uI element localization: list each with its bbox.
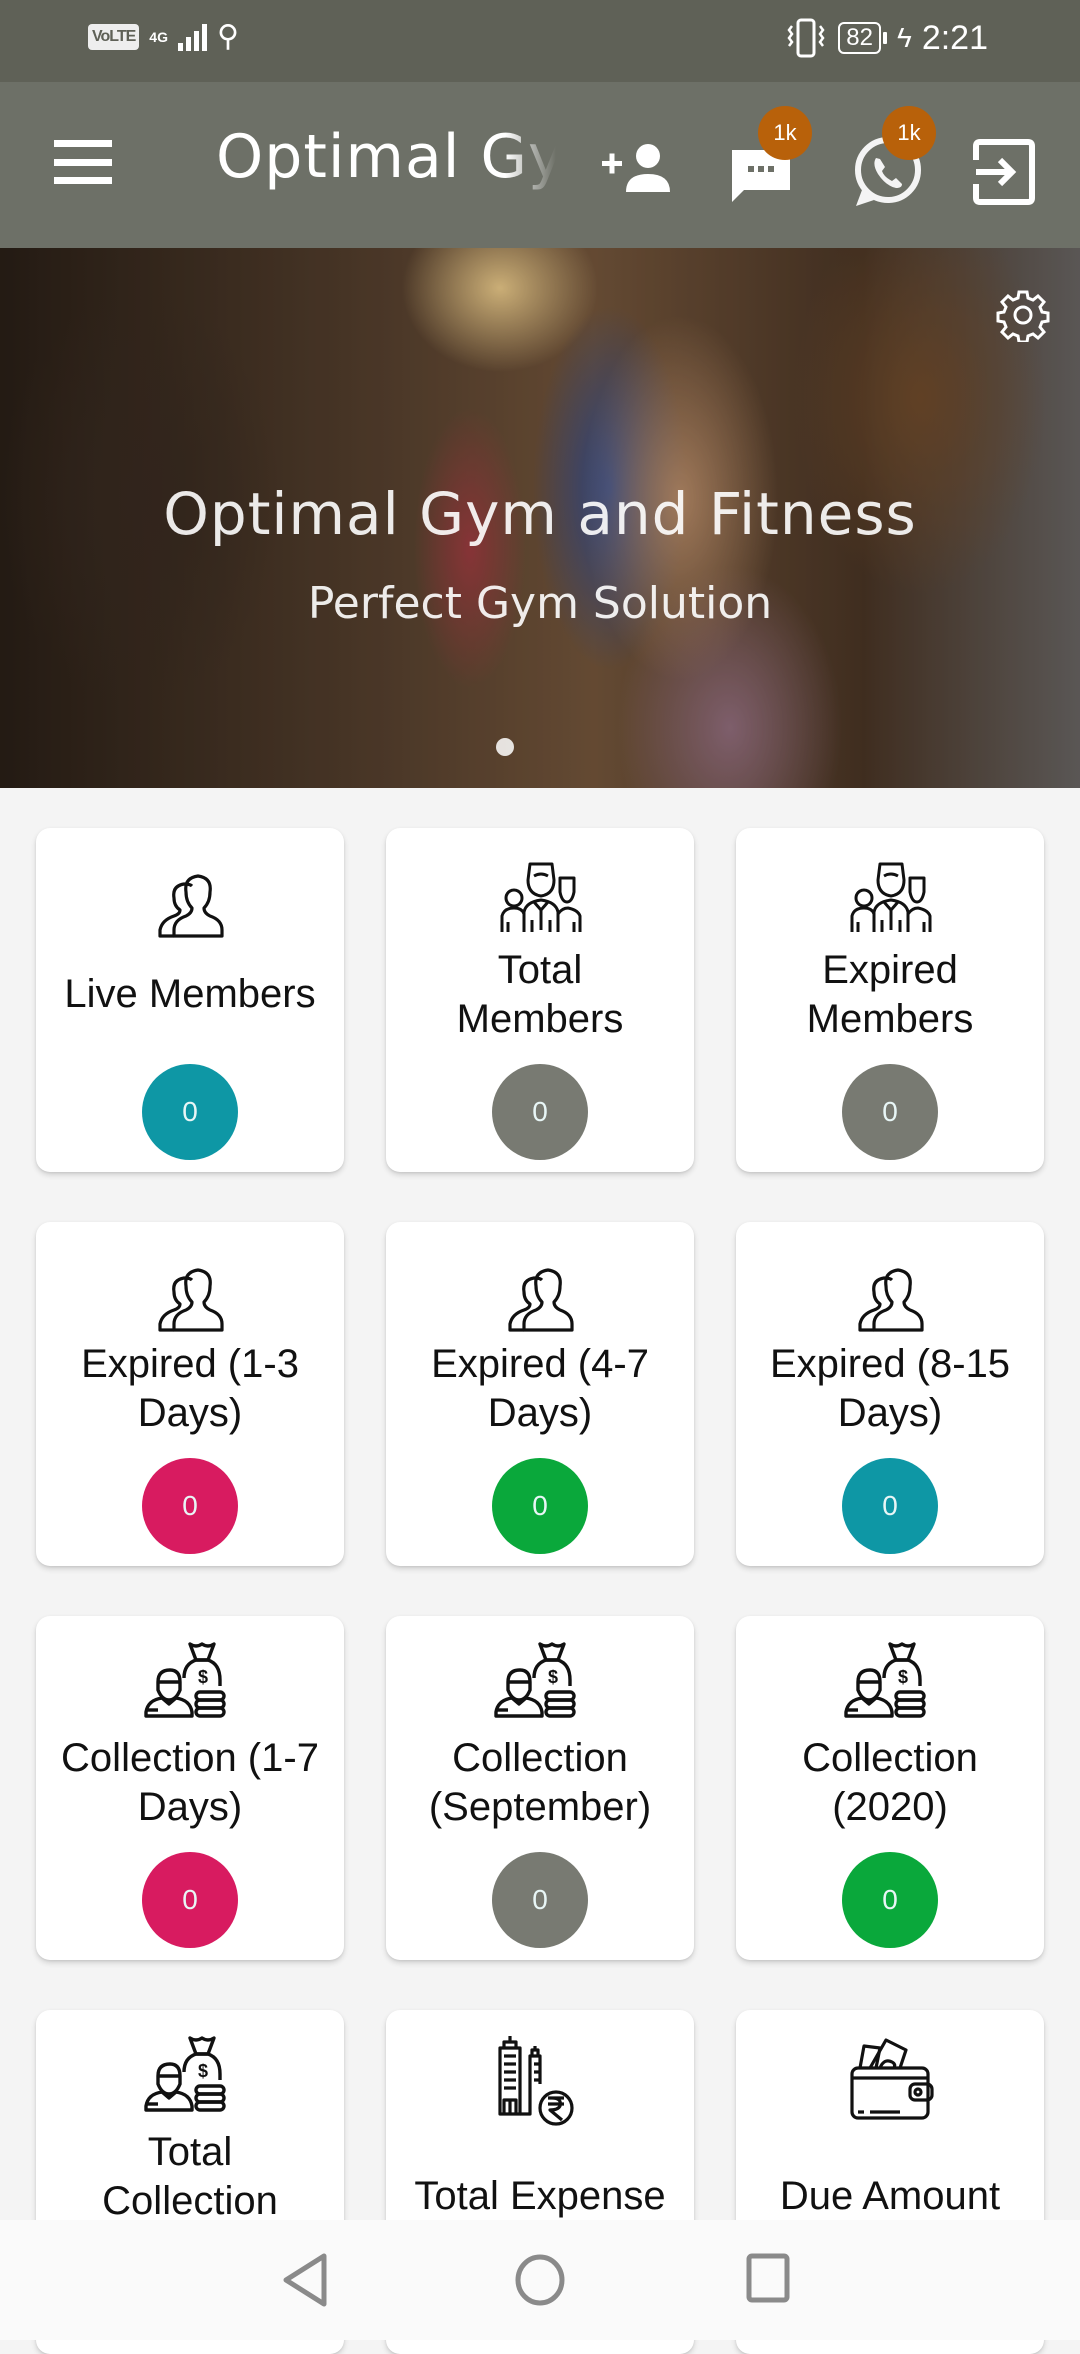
logout-icon[interactable] (966, 132, 1046, 212)
card-label: Total Collection (102, 2130, 278, 2223)
dashboard-card-live-members[interactable]: Live Members 0 (36, 828, 344, 1172)
settings-gear-icon[interactable] (996, 288, 1050, 342)
clock: 2:21 (921, 18, 988, 57)
card-label: Collection (2020) (802, 1736, 978, 1829)
app-bar: Optimal Gym and Fitness 1k 1k (0, 82, 1080, 248)
status-bar: VoLTE 4G ⚲ 82 ϟ 2:21 (0, 0, 1080, 82)
volte-indicator: VoLTE (88, 24, 140, 50)
group-icon (490, 850, 590, 950)
money-bag-icon: $ (490, 1638, 590, 1738)
card-label: Live Members (64, 972, 316, 1016)
dashboard-card-collection-september[interactable]: $ Collection (September) 0 (386, 1616, 694, 1960)
count-badge: 0 (842, 1852, 938, 1948)
system-nav-bar (0, 2220, 1080, 2340)
carousel-indicator[interactable] (496, 738, 514, 756)
hero-banner[interactable]: Optimal Gym and Fitness Perfect Gym Solu… (0, 248, 1080, 788)
count-badge: 0 (492, 1458, 588, 1554)
hero-title: Optimal Gym and Fitness (163, 480, 917, 548)
users-icon (140, 1244, 240, 1344)
card-label: Collection (1-7 Days) (61, 1736, 319, 1829)
signal-icon (177, 23, 207, 51)
dashboard-card-expired-members[interactable]: Expired Members 0 (736, 828, 1044, 1172)
battery-indicator: 82 (838, 22, 887, 54)
vibrate-icon (787, 18, 825, 58)
building-rupee-icon (490, 2032, 590, 2132)
svg-text:$: $ (548, 1667, 558, 1687)
dashboard-card-expired-1-3-days[interactable]: Expired (1-3 Days) 0 (36, 1222, 344, 1566)
message-badge: 1k (758, 106, 812, 160)
card-label: Collection (September) (428, 1736, 652, 1829)
whatsapp-button[interactable]: 1k (848, 106, 936, 212)
card-label: Due Amount (779, 2174, 1001, 2218)
users-icon (140, 850, 240, 950)
money-bag-icon: $ (140, 2032, 240, 2132)
money-bag-icon: $ (140, 1638, 240, 1738)
card-label: Expired Members (806, 948, 974, 1041)
count-badge: 0 (842, 1458, 938, 1554)
count-badge: 0 (142, 1852, 238, 1948)
dashboard-card-expired-4-7-days[interactable]: Expired (4-7 Days) 0 (386, 1222, 694, 1566)
dashboard-card-collection-2020[interactable]: $ Collection (2020) 0 (736, 1616, 1044, 1960)
svg-text:$: $ (198, 2061, 208, 2081)
dashboard-grid: Live Members 0 Total Members 0 Expired Membe… (36, 828, 1044, 2354)
dashboard-card-collection-1-7-days[interactable]: $ Collection (1-7 Days) 0 (36, 1616, 344, 1960)
count-badge: 0 (142, 1064, 238, 1160)
dashboard-card-expired-8-15-days[interactable]: Expired (8-15 Days) 0 (736, 1222, 1044, 1566)
back-icon[interactable] (274, 2250, 344, 2310)
hero-subtitle: Perfect Gym Solution (307, 578, 773, 629)
card-label: Expired (4-7 Days) (431, 1342, 649, 1435)
count-badge: 0 (492, 1064, 588, 1160)
home-icon[interactable] (505, 2250, 575, 2310)
usb-icon: ⚲ (216, 20, 239, 53)
group-icon (840, 850, 940, 950)
network-type: 4G (149, 29, 168, 45)
wallet-icon (840, 2032, 940, 2132)
charging-icon: ϟ (896, 22, 912, 53)
dashboard-card-total-members[interactable]: Total Members 0 (386, 828, 694, 1172)
svg-text:$: $ (898, 1667, 908, 1687)
money-bag-icon: $ (840, 1638, 940, 1738)
whatsapp-badge: 1k (882, 106, 936, 160)
count-badge: 0 (142, 1458, 238, 1554)
count-badge: 0 (492, 1852, 588, 1948)
app-title: Optimal Gym and Fitness (216, 122, 556, 192)
add-person-icon[interactable] (598, 132, 678, 212)
users-icon (840, 1244, 940, 1344)
svg-text:$: $ (198, 1667, 208, 1687)
menu-icon[interactable] (54, 140, 112, 184)
card-label: Total Members (456, 948, 624, 1041)
card-label: Expired (8-15 Days) (769, 1342, 1011, 1435)
count-badge: 0 (842, 1064, 938, 1160)
users-icon (490, 1244, 590, 1344)
card-label: Total Expense (414, 2174, 666, 2218)
message-button[interactable]: 1k (726, 106, 812, 212)
recents-icon[interactable] (733, 2250, 803, 2310)
card-label: Expired (1-3 Days) (81, 1342, 299, 1435)
